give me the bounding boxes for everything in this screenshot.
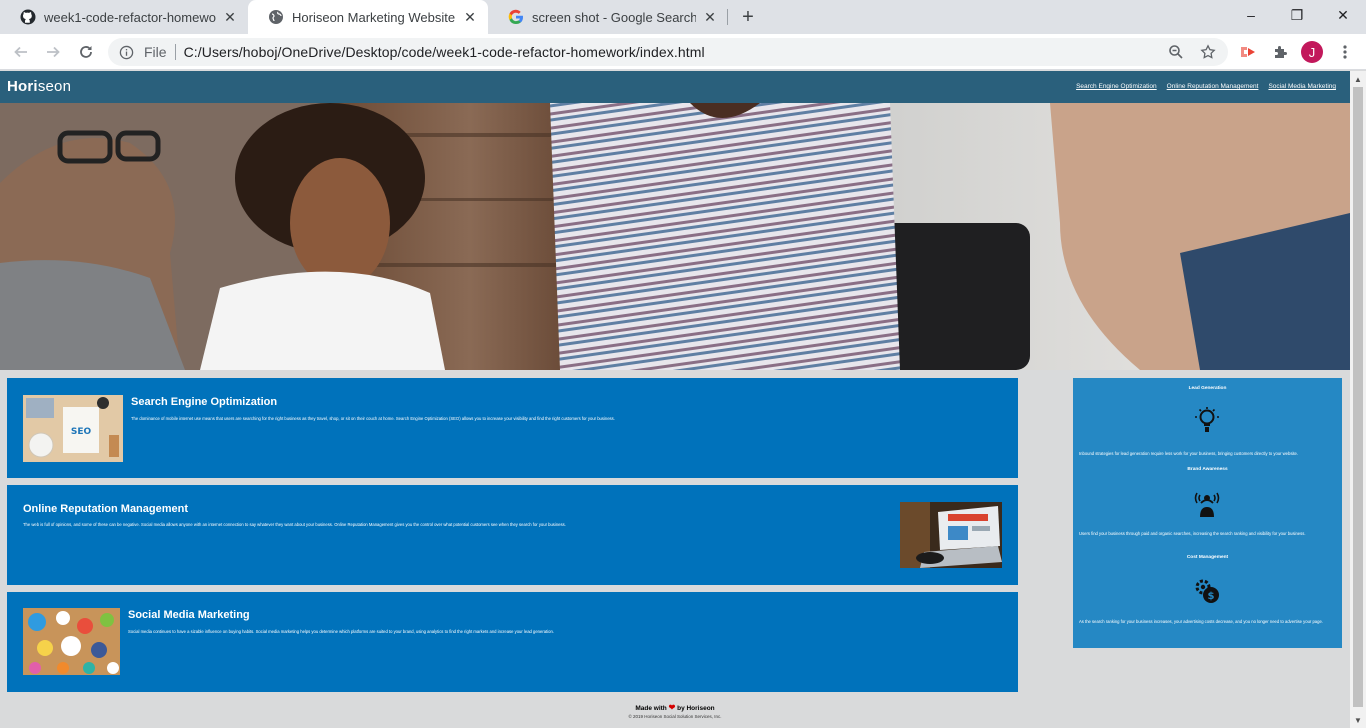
scrollbar-thumb[interactable]: [1353, 87, 1363, 707]
tab-strip: week1-code-refactor-homework ✕ Horiseon …: [0, 0, 1366, 34]
broadcast-person-icon: [1191, 487, 1223, 519]
social-media-image: [23, 608, 120, 675]
card-title: Search Engine Optimization: [131, 396, 278, 408]
benefit-title: Brand Awareness: [1187, 467, 1228, 472]
page-scrollbar[interactable]: ▲ ▼: [1350, 71, 1366, 728]
card-title: Online Reputation Management: [23, 503, 189, 515]
tab-github[interactable]: week1-code-refactor-homework ✕: [0, 0, 248, 34]
profile-avatar[interactable]: J: [1301, 41, 1323, 63]
extensions-puzzle-icon[interactable]: [1266, 38, 1294, 66]
gear-dollar-icon: $: [1191, 575, 1223, 607]
forward-button[interactable]: [40, 39, 66, 65]
arrow-left-icon: [14, 46, 27, 58]
close-icon[interactable]: ✕: [222, 9, 238, 25]
benefit-text: As the search ranking for your business …: [1079, 619, 1323, 624]
page-viewport: Horiseon Search Engine Optimization Onli…: [0, 71, 1350, 728]
github-icon: [20, 9, 36, 25]
benefits-panel: Lead Generation Inbound strategies for l…: [1073, 378, 1342, 648]
card-seo: SEO Search Engine Optimization The domin…: [7, 378, 1018, 478]
footer-copyright: © 2019 Horiseon Social Solution Services…: [628, 714, 722, 719]
card-title: Social Media Marketing: [128, 609, 250, 621]
seo-image: SEO: [23, 395, 123, 462]
zoom-icon[interactable]: [1162, 38, 1190, 66]
close-icon[interactable]: ✕: [462, 9, 478, 25]
scroll-down-arrow-icon[interactable]: ▼: [1350, 712, 1366, 728]
card-social-media: Social Media Marketing Social media cont…: [7, 592, 1018, 692]
nav-link-social-media[interactable]: Social Media Marketing: [1268, 83, 1336, 90]
divider: [174, 44, 176, 60]
benefit-text: Users find your business through paid an…: [1079, 531, 1306, 536]
nav-link-reputation[interactable]: Online Reputation Management: [1167, 83, 1259, 90]
benefit-title: Lead Generation: [1188, 386, 1227, 391]
svg-text:$: $: [1208, 591, 1215, 602]
close-icon[interactable]: ✕: [702, 9, 718, 25]
benefit-title: Cost Management: [1186, 555, 1229, 560]
globe-icon: [268, 9, 284, 25]
site-header: Horiseon Search Engine Optimization Onli…: [0, 71, 1350, 103]
nav-link-seo[interactable]: Search Engine Optimization: [1076, 83, 1157, 90]
site-nav: Search Engine Optimization Online Reputa…: [1076, 83, 1336, 90]
svg-text:SEO: SEO: [71, 427, 92, 437]
bookmark-star-icon[interactable]: [1194, 38, 1222, 66]
address-bar[interactable]: File C:/Users/hoboj/OneDrive/Desktop/cod…: [108, 38, 1228, 66]
card-text: The web is full of opinions, and some of…: [23, 522, 566, 527]
card-text: The dominance of mobile internet use mea…: [131, 416, 615, 421]
card-reputation: Online Reputation Management The web is …: [7, 485, 1018, 585]
reload-icon: [80, 46, 92, 58]
tab-title: week1-code-refactor-homework: [44, 9, 216, 25]
new-tab-button[interactable]: +: [736, 5, 760, 29]
logo-rest: seon: [37, 78, 72, 95]
tab-title: screen shot - Google Search: [532, 9, 696, 25]
heart-icon: ❤: [668, 703, 676, 712]
site-logo[interactable]: Horiseon: [7, 78, 71, 95]
tab-title: Horiseon Marketing Website: [292, 9, 456, 25]
lightbulb-icon: [1191, 405, 1223, 437]
minimize-button[interactable]: –: [1228, 0, 1274, 30]
logo-brand: Hori: [7, 78, 38, 95]
url-text[interactable]: C:/Users/hoboj/OneDrive/Desktop/code/wee…: [184, 44, 705, 60]
scroll-up-arrow-icon[interactable]: ▲: [1350, 71, 1366, 87]
browser-toolbar: File C:/Users/hoboj/OneDrive/Desktop/cod…: [0, 34, 1366, 70]
by-label: by Horiseon: [677, 705, 715, 712]
menu-kebab-icon[interactable]: [1331, 38, 1359, 66]
tab-google-search[interactable]: screen shot - Google Search ✕: [488, 0, 728, 34]
arrow-right-icon: [47, 46, 60, 58]
maximize-button[interactable]: ❐: [1274, 0, 1320, 30]
footer-made-with: Made with ❤ by Horiseon: [0, 703, 1350, 712]
cast-extension-icon[interactable]: [1234, 38, 1262, 66]
site-footer: Made with ❤ by Horiseon © 2019 Horiseon …: [0, 703, 1350, 719]
back-button[interactable]: [8, 39, 34, 65]
scheme-label: File: [144, 44, 167, 60]
made-with-label: Made with: [635, 705, 667, 712]
benefit-text: Inbound strategies for lead generation r…: [1079, 451, 1299, 456]
google-icon: [508, 9, 524, 25]
tab-horiseon[interactable]: Horiseon Marketing Website ✕: [248, 0, 488, 34]
card-text: Social media continues to have a sizable…: [128, 629, 554, 634]
hero-image: [0, 103, 1350, 370]
reload-button[interactable]: [73, 39, 99, 65]
info-icon[interactable]: [118, 44, 134, 60]
close-window-button[interactable]: ✕: [1320, 0, 1366, 30]
tab-separator: [727, 9, 728, 25]
reputation-image: [900, 502, 1002, 568]
